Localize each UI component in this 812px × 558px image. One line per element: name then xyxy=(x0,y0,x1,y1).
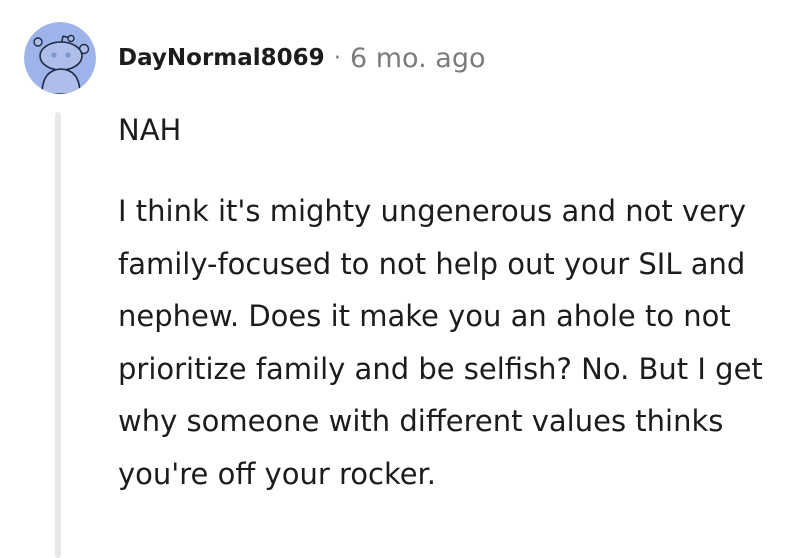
snoo-avatar-icon xyxy=(24,22,96,94)
comment-paragraph: NAH xyxy=(118,113,182,147)
thread-line[interactable] xyxy=(55,112,61,558)
comment: DayNormal8069 · 6 mo. ago NAH I think it… xyxy=(0,0,812,558)
comment-age[interactable]: 6 mo. ago xyxy=(350,43,485,74)
comment-paragraph: I think it's mighty ungenerous and not v… xyxy=(118,194,763,491)
comment-meta: DayNormal8069 · 6 mo. ago xyxy=(118,40,485,76)
meta-separator: · xyxy=(333,45,341,71)
comment-body: NAH I think it's mighty ungenerous and n… xyxy=(118,104,798,500)
avatar[interactable] xyxy=(24,22,96,94)
username-link[interactable]: DayNormal8069 xyxy=(118,45,325,71)
